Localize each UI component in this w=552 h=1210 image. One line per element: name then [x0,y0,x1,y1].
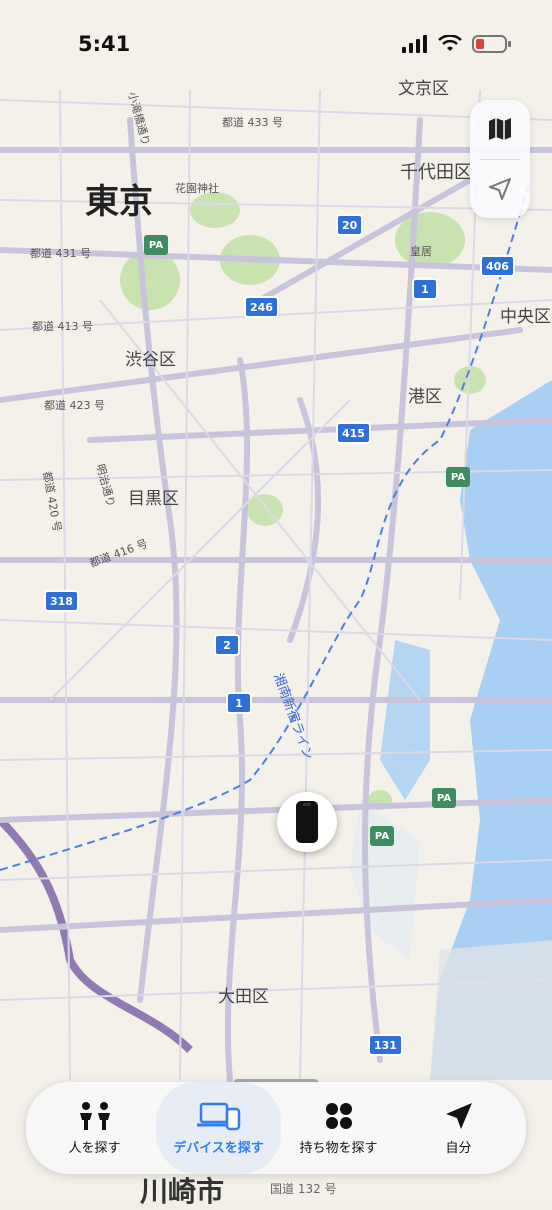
route-shield: 1 [226,692,252,714]
location-arrow-icon [489,178,511,200]
tab-label: デバイスを探す [173,1140,264,1156]
map-controls [470,100,530,218]
district-label: 中央区 [500,307,551,327]
devices-icon [196,1102,240,1130]
parking-area-marker: PA [432,788,456,808]
route-shield: 318 [44,590,79,612]
tab-people[interactable]: 人を探す [32,1082,157,1174]
route-shield: 2 [214,634,240,656]
route-shield: 131 [368,1034,403,1056]
district-label: 港区 [408,387,442,407]
road-label: 都道 431 号 [30,247,91,260]
people-icon [79,1101,110,1130]
district-label: 目黒区 [128,489,179,509]
route-shield: 406 [480,255,515,277]
parking-area-marker: PA [446,467,470,487]
status-bar: 5:41 [0,0,552,88]
tab-me[interactable]: 自分 [396,1082,521,1174]
district-label: 渋谷区 [125,350,176,370]
district-label: 大田区 [218,987,269,1007]
parking-area-marker: PA [370,826,394,846]
route-shield: 20 [336,214,364,236]
items-icon [325,1102,352,1129]
route-shield: 246 [244,296,279,318]
map-icon [489,118,511,140]
district-label: 千代田区 [400,162,472,183]
iphone-icon [296,801,318,843]
status-time: 5:41 [78,32,131,56]
tab-devices[interactable]: デバイスを探す [156,1082,281,1174]
road-label: 都道 423 号 [44,399,105,412]
tab-items[interactable]: 持ち物を探す [276,1082,401,1174]
cellular-signal-icon [402,35,427,53]
tab-label: 人を探す [68,1140,121,1156]
tab-label: 自分 [445,1140,472,1156]
device-location-pin[interactable] [277,792,337,852]
landmark-label: 花園神社 [175,182,219,195]
city-label: 東京 [85,182,153,222]
road-label: 国道 132 号 [270,1182,337,1196]
parking-area-marker: PA [144,235,168,255]
city-label: 川崎市 [140,1175,225,1208]
me-arrow-icon [445,1102,472,1129]
road-label: 都道 433 号 [222,116,283,129]
wifi-icon [438,35,462,51]
landmark-label: 皇居 [410,245,432,258]
status-icons [402,34,512,54]
route-shield: 1 [412,278,438,300]
current-location-button[interactable] [470,160,530,218]
tab-bar: 人を探す デバイスを探す 持ち物を探す 自分 [26,1082,526,1174]
tab-label: 持ち物を探す [299,1140,378,1156]
map-mode-button[interactable] [470,100,530,158]
route-shield: 415 [336,422,371,444]
road-label: 都道 413 号 [32,320,93,333]
battery-icon [472,35,511,53]
